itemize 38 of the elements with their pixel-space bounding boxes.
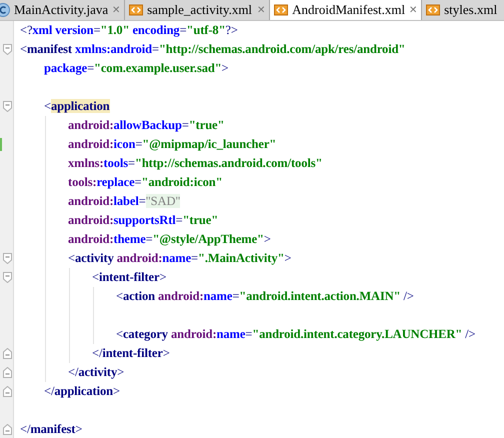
code-line: </intent-filter>	[91, 346, 170, 361]
file-tab[interactable]: AndroidManifest.xml ✕	[270, 0, 422, 20]
xml-file-icon	[274, 3, 288, 17]
fold-icon[interactable]	[2, 253, 12, 264]
code-line: </manifest>	[19, 422, 82, 437]
code-line: android:icon="@mipmap/ic_launcher"	[67, 137, 276, 152]
class-icon	[0, 3, 10, 17]
xml-file-icon	[426, 3, 440, 17]
code-line: android:label="SAD"	[67, 194, 180, 209]
code-line: android:supportsRtl="true"	[67, 213, 218, 228]
tab-label: AndroidManifest.xml	[292, 2, 406, 18]
code-line: android:theme="@style/AppTheme">	[67, 232, 271, 247]
code-line: xmlns:tools="http://schemas.android.com/tools"	[67, 156, 322, 171]
fold-icon[interactable]	[2, 348, 12, 359]
code-line: <activity android:name=".MainActivity">	[67, 251, 292, 266]
code-line: <manifest xmlns:android="http://schemas.android.com/apk/res/android"	[19, 42, 406, 57]
code-line: android:allowBackup="true"	[67, 118, 224, 133]
fold-icon[interactable]	[2, 272, 12, 283]
code-line: </activity>	[67, 365, 124, 380]
code-line: <category android:name="android.intent.category.LAUNCHER" />	[115, 327, 476, 342]
tab-label: MainActivity.java	[14, 2, 108, 18]
fold-icon[interactable]	[2, 367, 12, 378]
code-line: <intent-filter>	[91, 270, 166, 285]
code-line: <application	[43, 99, 110, 114]
code-line: package="com.example.user.sad">	[43, 61, 228, 76]
fold-icon[interactable]	[2, 424, 12, 435]
tab-label: sample_activity.xml	[147, 2, 254, 18]
xml-file-icon	[129, 3, 144, 17]
code-line: <action android:name="android.intent.action.MAIN" />	[115, 289, 414, 304]
file-tab[interactable]: MainActivity.java ✕	[0, 0, 126, 20]
fold-icon[interactable]	[2, 101, 12, 112]
fold-icon[interactable]	[2, 386, 12, 397]
fold-icon[interactable]	[2, 44, 12, 55]
code-line: </application>	[43, 384, 120, 399]
tab-label: styles.xml	[444, 2, 498, 18]
code-line: tools:replace="android:icon"	[67, 175, 223, 190]
close-icon[interactable]: ✕	[409, 4, 418, 16]
code-line: <?xml version="1.0" encoding="utf-8"?>	[19, 23, 238, 38]
